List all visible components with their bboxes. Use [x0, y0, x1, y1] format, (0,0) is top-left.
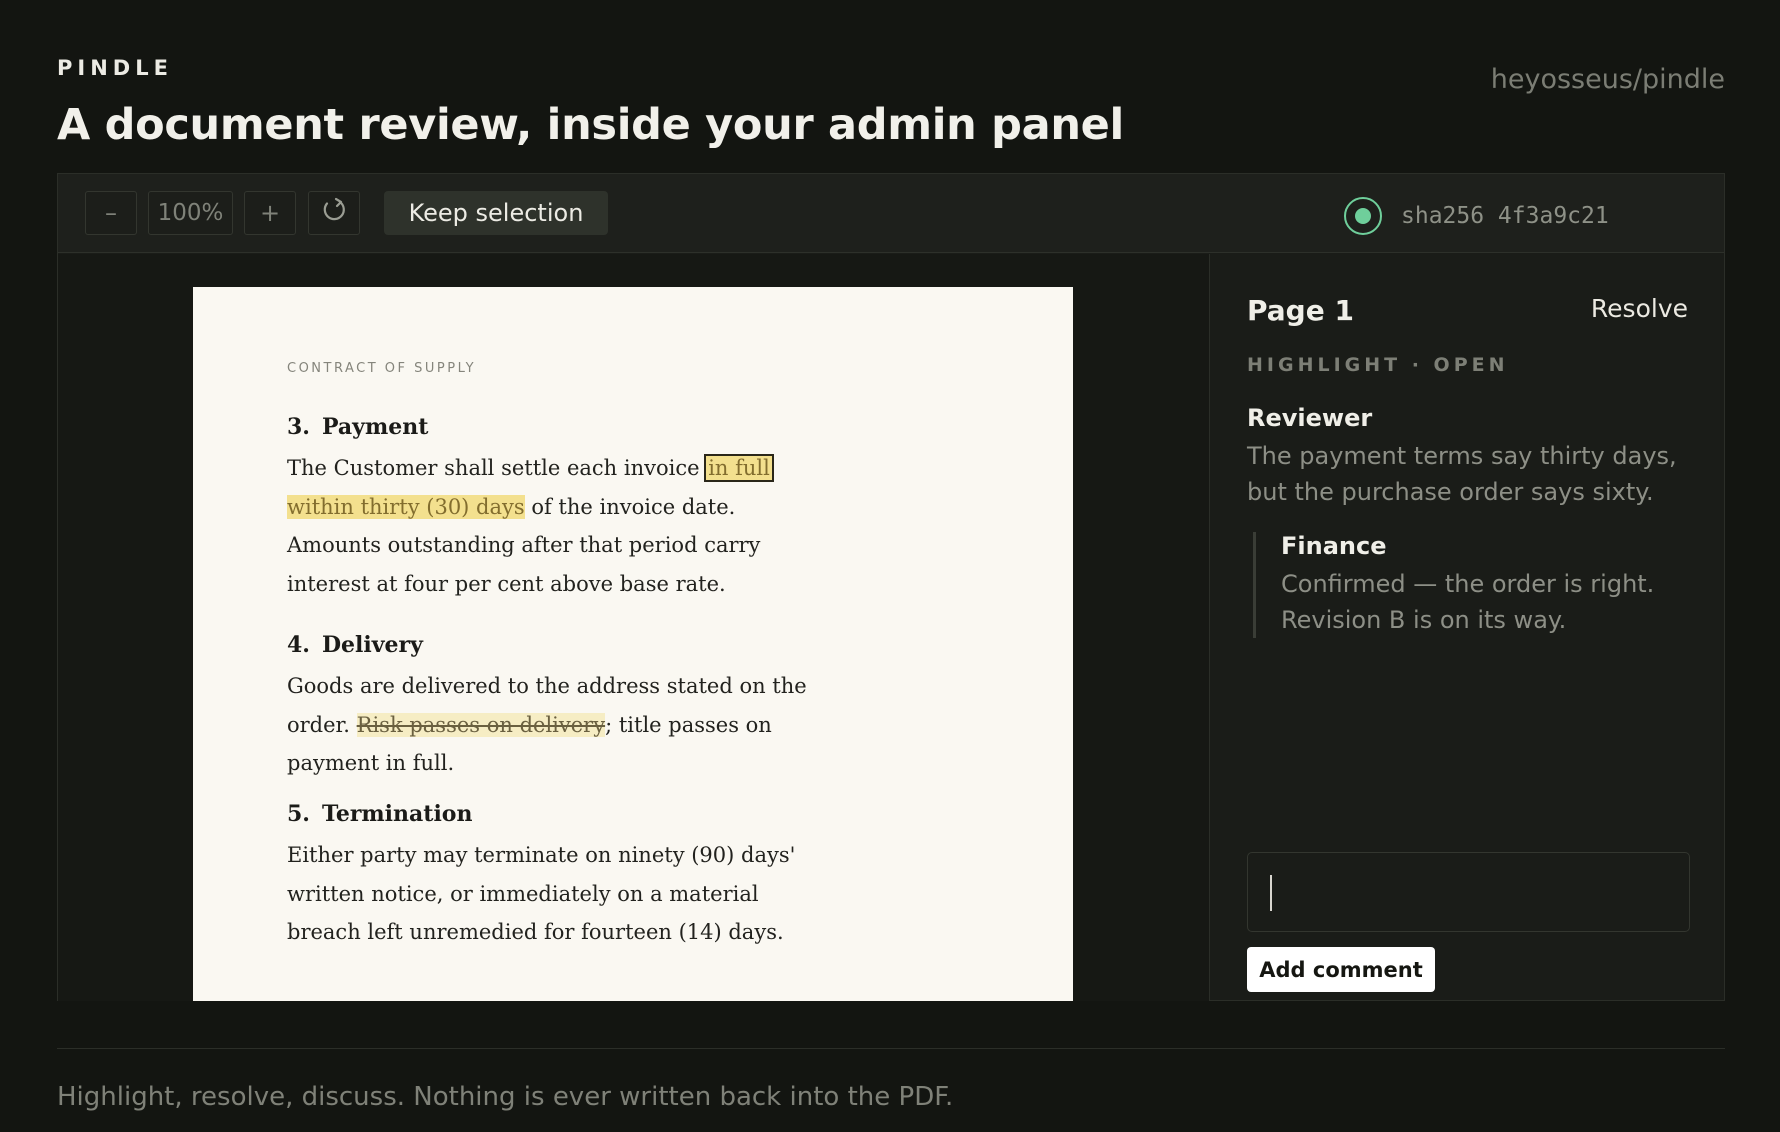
comment-thread-item: Reviewer The payment terms say thirty da…: [1247, 404, 1697, 510]
viewer-toolbar: – 100% + Keep selection sha256 4f3a9c21: [58, 174, 1724, 253]
sidebar-title: Page 1: [1247, 294, 1354, 327]
section-delivery: 4. Delivery Goods are delivered to the ad…: [287, 632, 807, 783]
comment-sidebar: Page 1 Resolve HIGHLIGHT · OPEN Reviewer…: [1211, 254, 1724, 1001]
comment-text: The payment terms say thirty days, but t…: [1247, 442, 1677, 506]
section-body: Goods are delivered to the address state…: [287, 674, 807, 775]
zoom-level-display: 100%: [148, 191, 233, 235]
zoom-in-button[interactable]: +: [244, 191, 296, 235]
highlight-resolved[interactable]: Risk passes on delivery: [356, 712, 606, 737]
section-heading: 4. Delivery: [287, 632, 423, 658]
pdf-viewer[interactable]: CONTRACT OF SUPPLY 3. Payment The Custome…: [58, 254, 1210, 1001]
add-comment-button[interactable]: Add comment: [1247, 947, 1435, 992]
pdf-page[interactable]: CONTRACT OF SUPPLY 3. Payment The Custome…: [193, 287, 1073, 1001]
review-panel: – 100% + Keep selection sha256 4f3a9c21 …: [57, 173, 1725, 1001]
brand-wordmark: PINDLE: [57, 56, 173, 80]
rotate-icon: [321, 197, 347, 229]
keep-selection-button[interactable]: Keep selection: [384, 191, 608, 235]
text-caret: [1270, 875, 1272, 911]
section-body: The Customer shall settle each invoice i…: [287, 454, 774, 596]
section-payment: 3. Payment The Customer shall settle each…: [287, 414, 807, 603]
footer-tagline: Highlight, resolve, discuss. Nothing is …: [57, 1082, 954, 1112]
resolve-button[interactable]: Resolve: [1591, 294, 1688, 323]
hash-label: sha256 4f3a9c21: [1401, 203, 1609, 229]
annotation-status: HIGHLIGHT · OPEN: [1247, 354, 1509, 376]
document-kicker: CONTRACT OF SUPPLY: [287, 361, 477, 376]
section-heading: 3. Payment: [287, 414, 429, 440]
document-integrity: sha256 4f3a9c21: [1344, 197, 1609, 235]
status-indicator-icon: [1344, 197, 1382, 235]
section-body: Either party may terminate on ninety (90…: [287, 843, 796, 944]
comment-reply: Finance Confirmed — the order is right. …: [1253, 532, 1673, 638]
comment-author: Reviewer: [1247, 404, 1373, 432]
reply-text: Confirmed — the order is right. Revision…: [1281, 570, 1655, 634]
highlight-continued[interactable]: within thirty (30) days: [287, 494, 525, 519]
section-termination: 5. Termination Either party may terminate…: [287, 801, 807, 952]
section-heading: 5. Termination: [287, 801, 473, 827]
highlight-selected[interactable]: in full: [704, 454, 774, 482]
zoom-out-button[interactable]: –: [85, 191, 137, 235]
comment-input[interactable]: [1247, 852, 1690, 932]
reset-view-button[interactable]: [308, 191, 360, 235]
footer-divider: [57, 1048, 1725, 1049]
repo-link[interactable]: heyosseus/pindle: [1491, 64, 1725, 95]
page-headline: A document review, inside your admin pan…: [57, 100, 1124, 150]
reply-author: Finance: [1281, 532, 1387, 560]
